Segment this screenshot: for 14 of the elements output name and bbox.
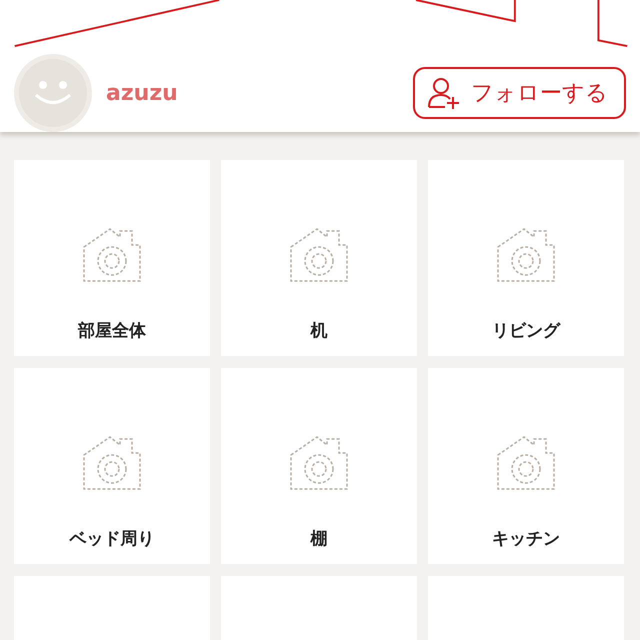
category-card[interactable]: 棚 <box>221 368 417 564</box>
add-user-icon <box>427 77 461 109</box>
category-label: 机 <box>310 320 328 342</box>
category-card[interactable]: 机 <box>221 160 417 356</box>
category-label: 棚 <box>310 528 328 550</box>
category-card[interactable]: ベッド周り <box>14 368 210 564</box>
follow-button[interactable]: フォローする <box>413 67 626 119</box>
category-label: ベッド周り <box>70 528 154 550</box>
category-card[interactable]: リビング <box>428 160 624 356</box>
category-label: 部屋全体 <box>78 320 146 342</box>
category-label: リビング <box>492 320 560 342</box>
category-label: キッチン <box>492 528 560 550</box>
category-card[interactable]: キッチン <box>428 368 624 564</box>
category-card[interactable]: 部屋全体 <box>14 160 210 356</box>
